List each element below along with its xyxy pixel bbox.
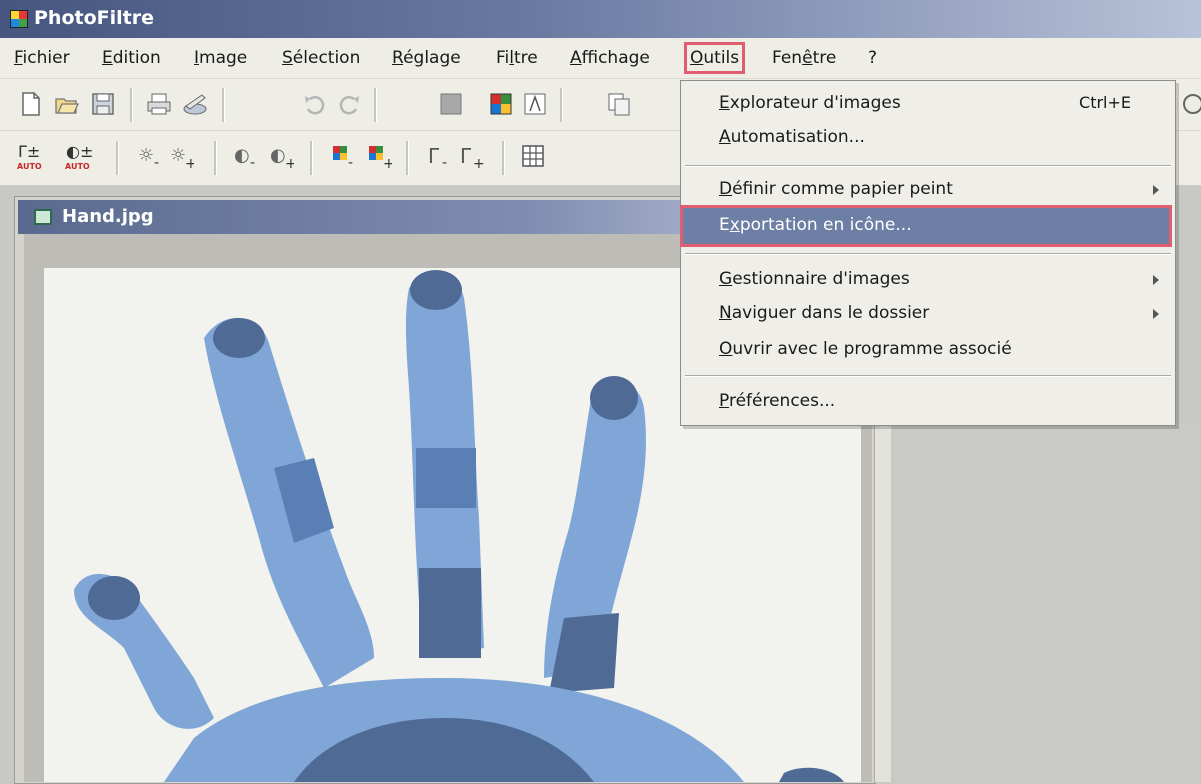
svg-text:☼: ☼ — [170, 145, 186, 166]
menu-selection[interactable]: Sélection — [282, 48, 360, 68]
zoom-icon[interactable] — [1180, 91, 1201, 117]
menu-separator — [685, 253, 1171, 255]
saturation-minus-icon[interactable]: - — [330, 143, 356, 169]
toolbar-separator — [310, 141, 313, 175]
submenu-arrow-icon — [1153, 309, 1159, 319]
menu-filtre[interactable]: Filtre — [496, 48, 538, 68]
open-folder-icon[interactable] — [54, 91, 80, 117]
brightness-minus-icon[interactable]: ☼ - — [136, 143, 162, 169]
svg-text:+: + — [473, 156, 484, 169]
menu-outils[interactable]: Outils — [683, 42, 746, 74]
menu-bar: Fichier Edition Image Sélection Réglage … — [0, 38, 1201, 78]
toolbar-separator — [214, 141, 217, 175]
menu-separator — [685, 375, 1171, 377]
gray-icon[interactable] — [438, 91, 464, 117]
menu-fenetre[interactable]: Fenêtre — [772, 48, 836, 68]
outils-dropdown-menu: Explorateur d'images Ctrl+E Automatisati… — [680, 80, 1176, 426]
toolbar-separator — [374, 88, 377, 122]
menu-item-papier-peint[interactable]: Définir comme papier peint — [719, 179, 953, 199]
menu-affichage[interactable]: Affichage — [570, 48, 650, 68]
svg-text:☼: ☼ — [138, 145, 154, 166]
menu-separator — [685, 165, 1171, 167]
svg-text:Γ: Γ — [460, 144, 472, 168]
gamma-minus-icon[interactable]: Γ- — [426, 143, 452, 169]
gamma-plus-icon[interactable]: Γ + — [458, 143, 484, 169]
svg-text:-: - — [154, 155, 159, 169]
submenu-arrow-icon — [1153, 275, 1159, 285]
scan-icon[interactable] — [182, 91, 208, 117]
toolbar-separator — [502, 141, 505, 175]
menu-item-explorateur[interactable]: Explorateur d'images — [719, 93, 901, 113]
menu-reglage[interactable]: Réglage — [392, 48, 461, 68]
menu-item-ouvrir-avec[interactable]: Ouvrir avec le programme associé — [719, 339, 1012, 359]
svg-text:+: + — [185, 156, 194, 169]
contrast-minus-icon[interactable]: ◐ - — [232, 143, 258, 169]
photofiltre-app-icon[interactable] — [10, 10, 28, 28]
menu-item-naviguer[interactable]: Naviguer dans le dossier — [719, 303, 929, 323]
copy-icon[interactable] — [606, 91, 632, 117]
svg-text:+: + — [285, 156, 294, 169]
brightness-plus-icon[interactable]: ☼+ — [168, 143, 194, 169]
auto-label: AUTO — [17, 162, 42, 171]
colors-icon[interactable] — [488, 91, 514, 117]
new-file-icon[interactable] — [18, 91, 44, 117]
image-file-icon — [34, 209, 52, 225]
svg-text:Γ±: Γ± — [18, 142, 40, 161]
gamma-auto-icon[interactable]: Γ±AUTO — [16, 141, 44, 171]
menu-item-automatisation[interactable]: Automatisation... — [719, 127, 865, 147]
svg-text:-: - — [348, 155, 353, 169]
menu-item-preferences[interactable]: Préférences... — [719, 391, 835, 411]
document-title: Hand.jpg — [62, 206, 154, 227]
toolbar-separator — [130, 88, 133, 122]
toolbar-separator — [560, 88, 563, 122]
workspace-right — [896, 424, 1201, 782]
filter-icon[interactable] — [522, 91, 548, 117]
grid-icon[interactable] — [520, 143, 546, 169]
svg-text:Γ: Γ — [428, 144, 440, 168]
menu-image[interactable]: Image — [194, 48, 247, 68]
menu-item-exportation-icone[interactable]: Exportation en icône... — [719, 215, 912, 235]
submenu-arrow-icon — [1153, 185, 1159, 195]
auto-label: AUTO — [65, 162, 90, 171]
print-icon[interactable] — [146, 91, 172, 117]
save-icon[interactable] — [90, 91, 116, 117]
svg-text:◐: ◐ — [270, 145, 286, 166]
svg-text:◐±: ◐± — [66, 142, 92, 161]
shortcut-ctrl-e: Ctrl+E — [1079, 93, 1131, 112]
svg-text:-: - — [442, 155, 447, 169]
contrast-plus-icon[interactable]: ◐ + — [268, 143, 294, 169]
undo-icon[interactable] — [302, 91, 328, 117]
toolbar-separator — [116, 141, 119, 175]
title-bar: PhotoFiltre — [0, 0, 1201, 38]
menu-fichier[interactable]: Fichier — [14, 48, 70, 68]
toolbar-separator — [406, 141, 409, 175]
menu-help[interactable]: ? — [868, 48, 877, 68]
menu-edition[interactable]: Edition — [102, 48, 161, 68]
svg-text:-: - — [250, 155, 255, 169]
redo-icon[interactable] — [336, 91, 362, 117]
svg-text:+: + — [383, 156, 392, 169]
toolbar-separator — [222, 88, 225, 122]
window-title: PhotoFiltre — [34, 7, 154, 29]
contrast-auto-icon[interactable]: ◐±AUTO — [64, 141, 92, 171]
svg-text:◐: ◐ — [234, 145, 250, 166]
saturation-plus-icon[interactable]: + — [366, 143, 392, 169]
menu-item-gestionnaire[interactable]: Gestionnaire d'images — [719, 269, 910, 289]
